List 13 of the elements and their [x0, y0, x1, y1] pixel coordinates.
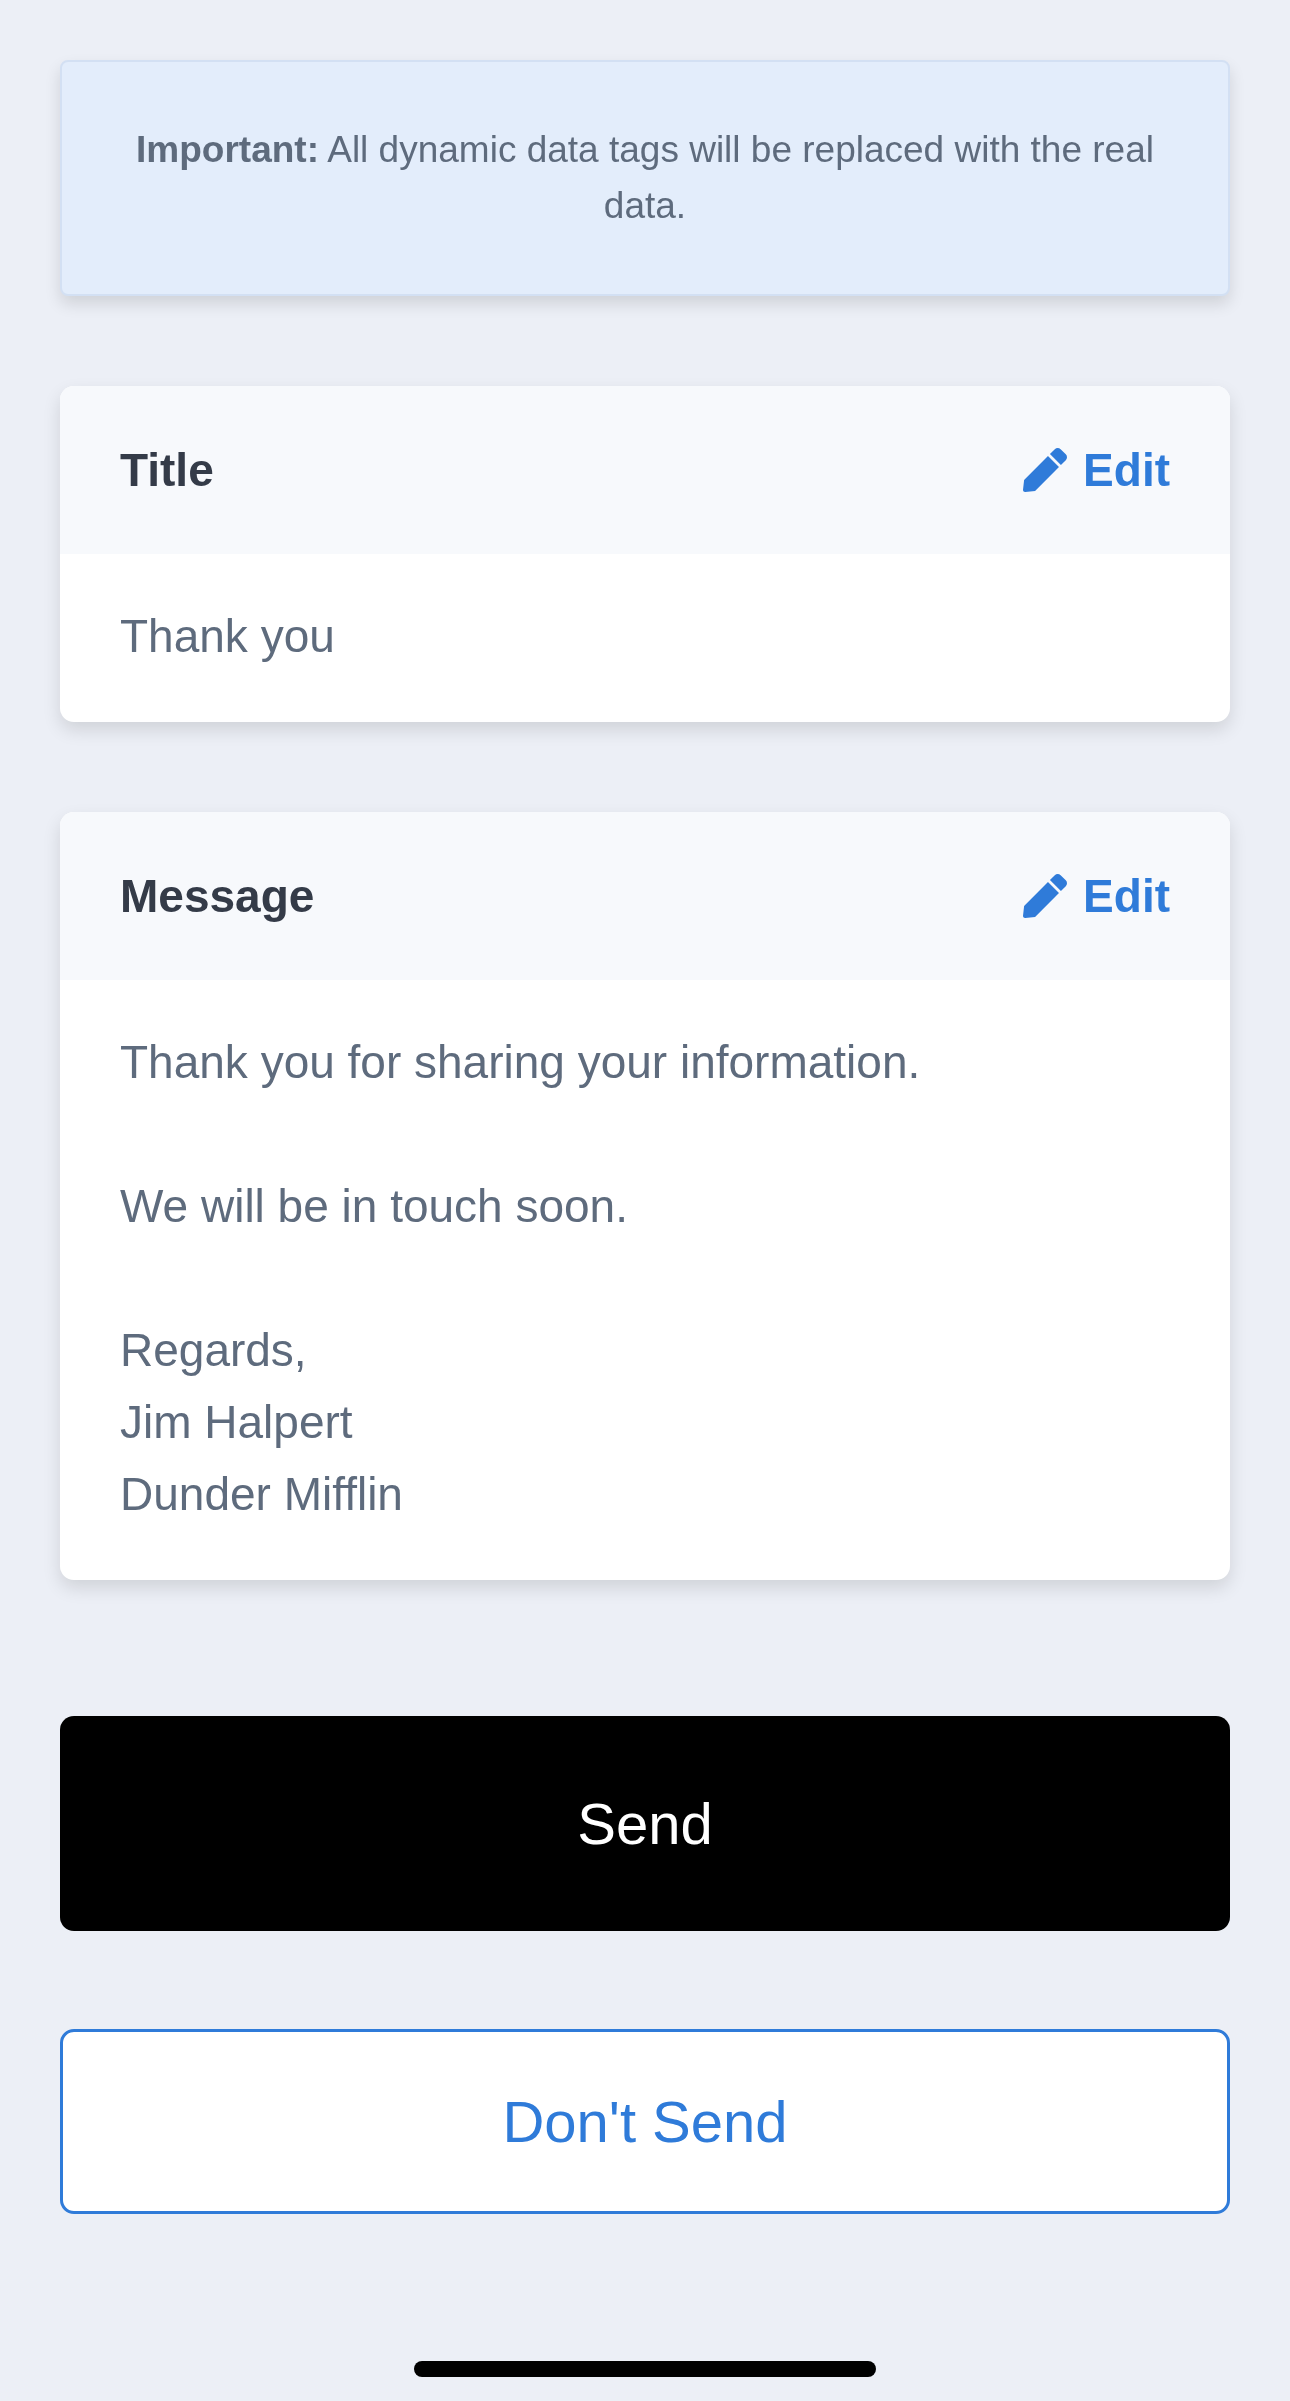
pencil-icon: [1023, 448, 1068, 492]
card-body-text: Thank you for sharing your information.: [120, 1035, 922, 1090]
card-body-text: Thank you: [120, 609, 336, 664]
card-body-text: Regards, Jim Halpert Dunder Mifflin: [120, 1323, 404, 1522]
send-button[interactable]: Send: [60, 1716, 1230, 1931]
card-title: Message: [120, 868, 315, 924]
card-title: Title: [120, 442, 214, 498]
edit-button[interactable]: Edit: [1023, 861, 1170, 931]
edit-button[interactable]: Edit: [1023, 435, 1170, 505]
pencil-icon: [1023, 874, 1068, 918]
notice-text: Important: All dynamic data tags will be replaced with the real data.: [135, 128, 1155, 228]
card-body-text: We will be in touch soon.: [120, 1179, 629, 1234]
dont-send-button[interactable]: Don't Send: [60, 2029, 1230, 2214]
